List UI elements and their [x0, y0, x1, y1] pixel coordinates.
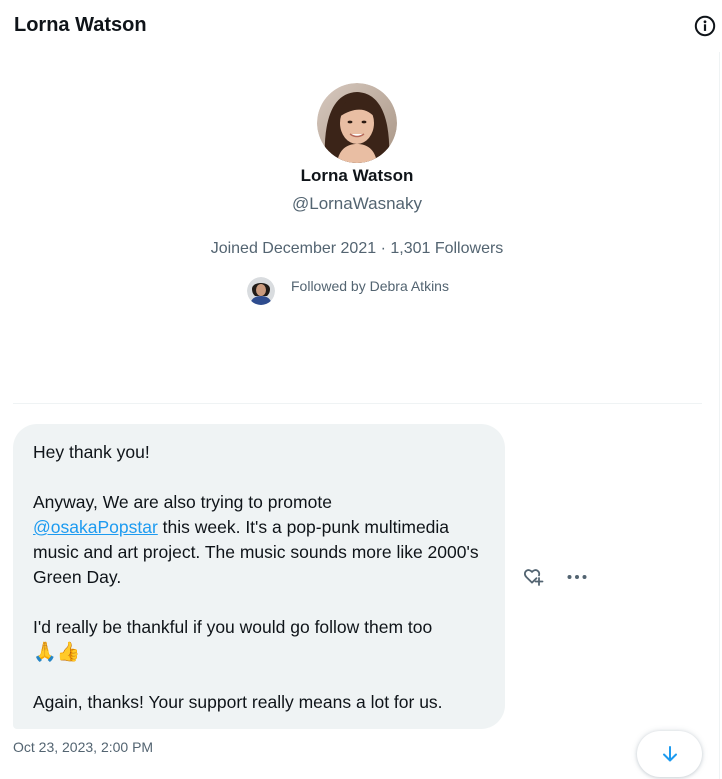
message-paragraph: Anyway, We are also trying to promote @os…	[33, 490, 485, 590]
message-line: Again, thanks! Your support really means…	[33, 692, 443, 712]
heart-plus-icon	[523, 569, 544, 586]
emoji-text: 🙏👍	[33, 642, 81, 663]
more-options-button[interactable]	[565, 565, 589, 589]
add-reaction-button[interactable]	[520, 565, 544, 589]
divider	[13, 403, 702, 404]
info-icon	[694, 15, 716, 37]
message-timestamp: Oct 23, 2023, 2:00 PM	[13, 739, 154, 755]
profile-meta: Joined December 2021 · 1,301 Followers	[210, 240, 504, 257]
conversation-info-button[interactable]	[694, 15, 716, 37]
message-bubble[interactable]: Hey thank you! Anyway, We are also tryin…	[13, 424, 505, 729]
profile-avatar[interactable]	[317, 83, 397, 163]
arrow-down-icon	[662, 746, 677, 762]
message-line: Hey thank you!	[33, 442, 150, 462]
followed-by-row[interactable]: Followed by Debra Atkins	[247, 277, 449, 305]
dm-conversation-page: Lorna Watson Lorna Watson @LornaWasnaky …	[0, 0, 722, 779]
followed-by-text: Followed by Debra Atkins	[291, 278, 449, 294]
follower-avatar	[247, 277, 275, 305]
mention-link[interactable]: @osakaPopstar	[33, 517, 158, 537]
conversation-title: Lorna Watson	[14, 14, 147, 36]
conversation-header: Lorna Watson	[0, 0, 722, 54]
more-icon	[567, 575, 587, 579]
scroll-to-bottom-button[interactable]	[637, 731, 702, 777]
profile-handle: @LornaWasnaky	[291, 194, 422, 213]
profile-name[interactable]: Lorna Watson	[0, 166, 714, 186]
message-line: I'd really be thankful if you would go f…	[33, 617, 433, 637]
message-text: Anyway, We are also trying to promote	[33, 492, 332, 512]
column-border	[719, 52, 720, 779]
profile-photo	[317, 83, 397, 163]
